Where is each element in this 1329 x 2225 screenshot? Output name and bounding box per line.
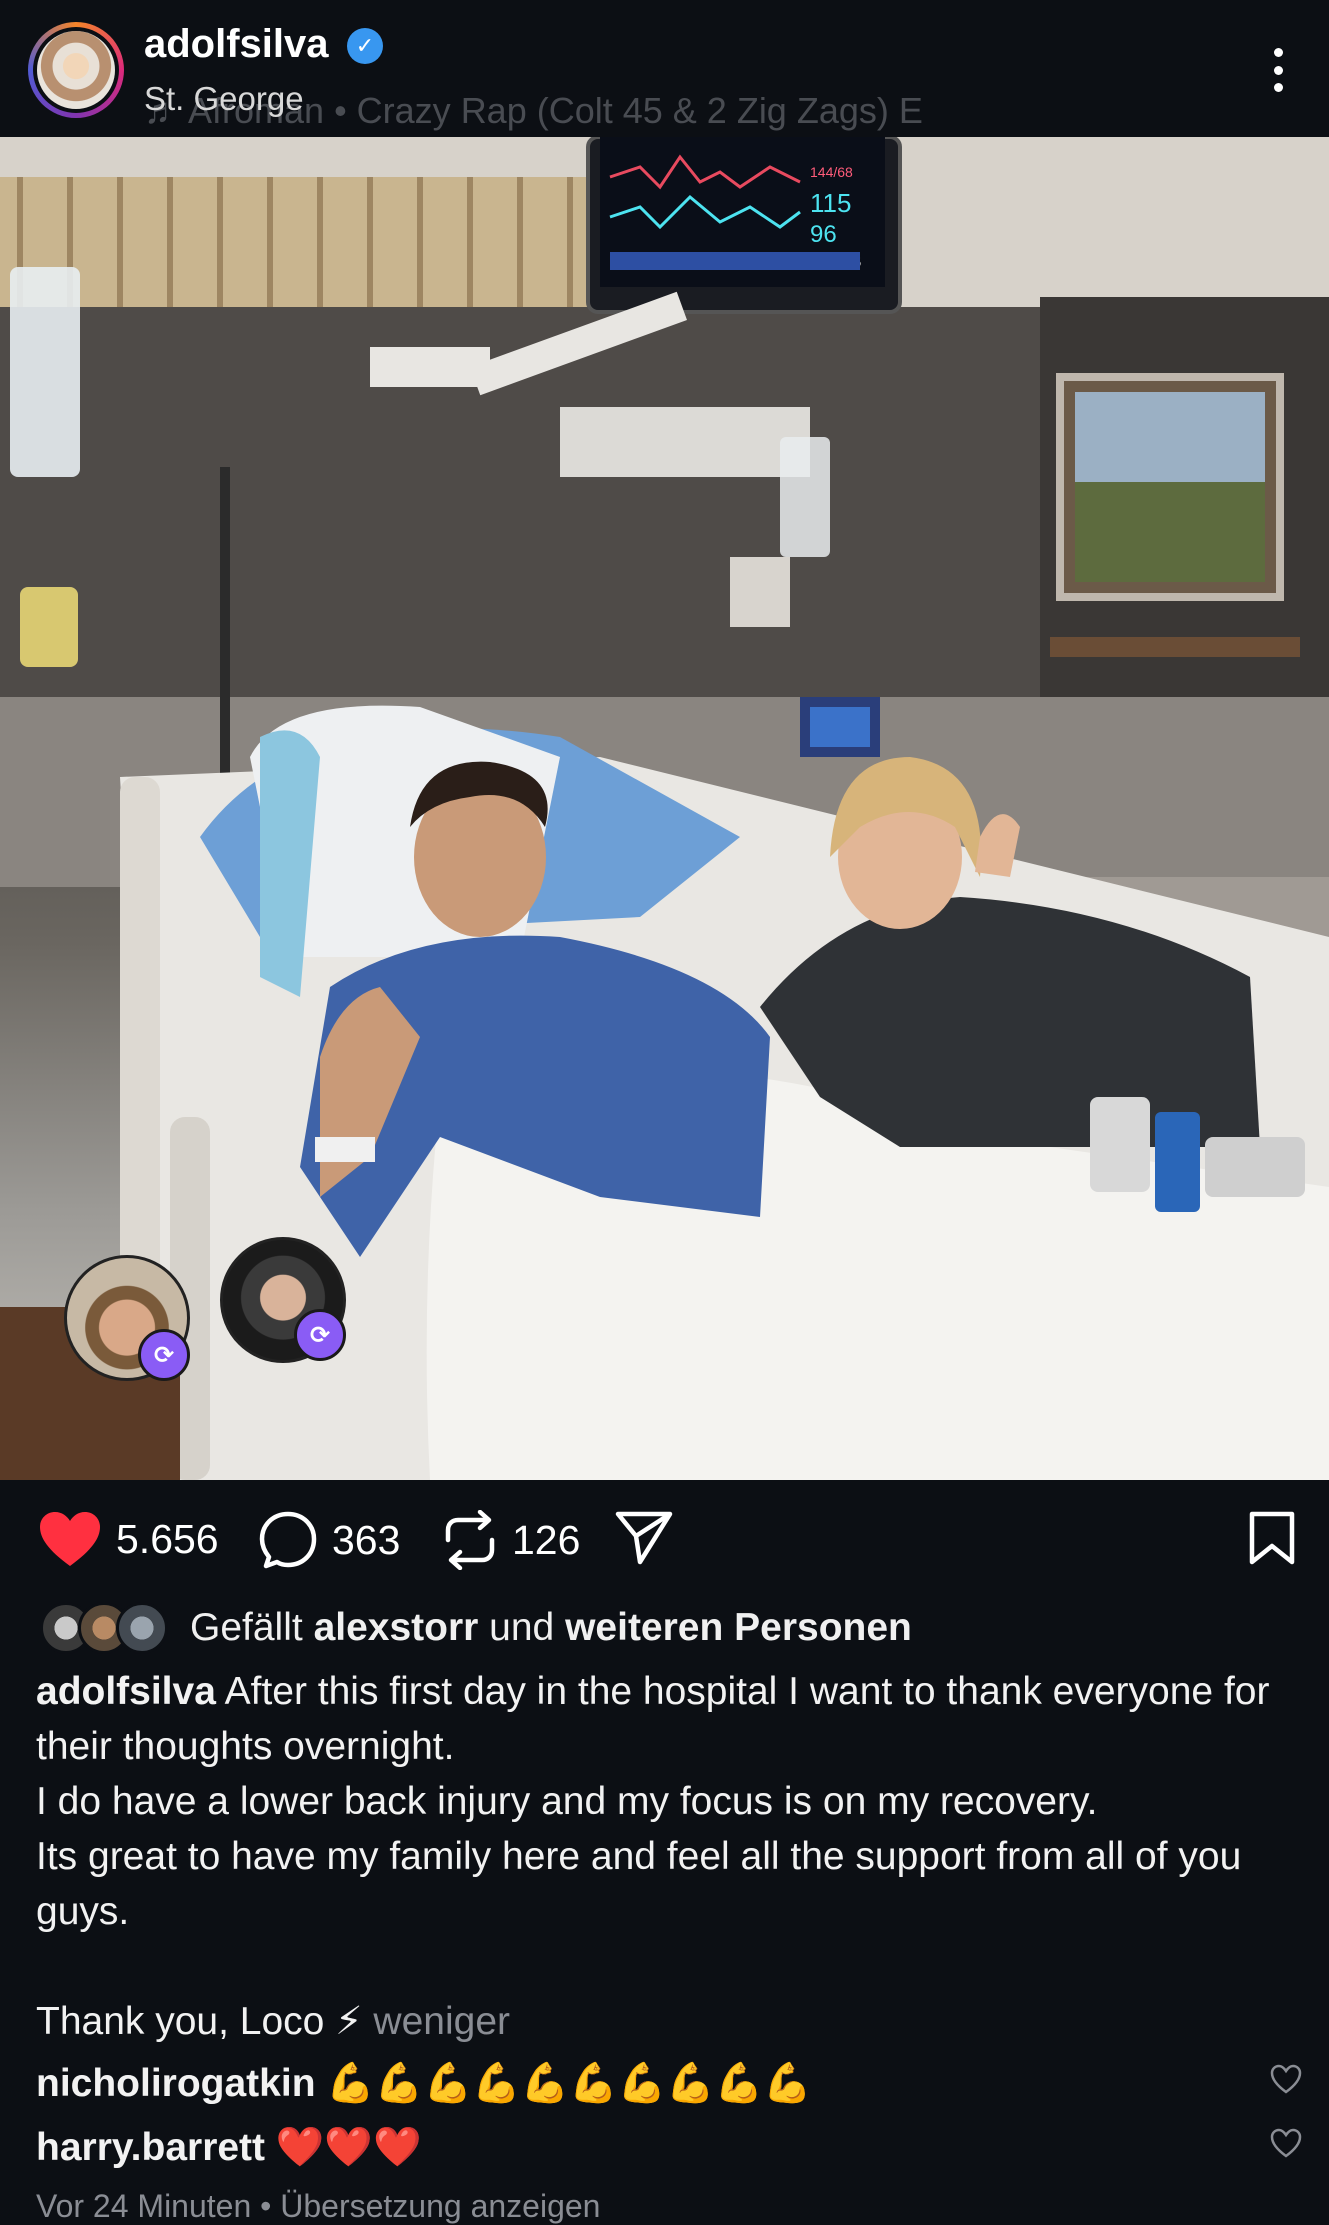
hospital-room-image: 144/68 115 96 2145 [0,137,1329,1480]
comment-icon [259,1511,317,1569]
post-timestamp: Vor 24 Minuten [36,2188,252,2224]
avatar [37,31,115,109]
repost-icon [445,1510,495,1570]
action-bar: 5.656 363 126 [0,1480,1329,1595]
liked-by-text: Gefällt alexstorr und weiteren Personen [190,1606,912,1649]
comment-item: harry.barrett ❤️❤️❤️ [36,2124,422,2170]
more-options-icon[interactable] [1272,48,1284,92]
post-header: adolfsilva ✓ ♬ Afroman • Crazy Rap (Colt… [0,0,1329,137]
comment-text: ❤️❤️❤️ [265,2126,422,2169]
repost-badge-icon: ⟳ [138,1329,190,1381]
share-button[interactable] [614,1510,674,1566]
story-ring-avatar[interactable] [28,22,124,118]
heart-icon [40,1512,100,1566]
post-caption: adolfsilva After this first day in the h… [36,1664,1296,2049]
likes-count: 5.656 [116,1515,219,1562]
caption-text: Thank you, Loco ⚡ [36,2000,363,2043]
comment-username[interactable]: harry.barrett [36,2126,265,2169]
show-less-link[interactable]: weniger [363,2000,510,2043]
svg-text:96: 96 [810,221,837,248]
username[interactable]: adolfsilva [144,22,329,67]
reposts-count: 126 [512,1516,581,1563]
post-photo[interactable]: 144/68 115 96 2145 [0,137,1329,1480]
caption-text: I do have a lower back injury and my foc… [36,1780,1098,1823]
caption-text: Its great to have my family here and fee… [36,1835,1242,1933]
caption-text: After this first day in the hospital I w… [36,1670,1270,1768]
comment-button[interactable]: 363 [258,1510,400,1570]
comments-count: 363 [332,1516,401,1563]
caption-username[interactable]: adolfsilva [36,1670,216,1713]
repost-button[interactable]: 126 [442,1510,580,1570]
liker-avatar [116,1602,168,1654]
liked-by-others[interactable]: weiteren Personen [565,1606,912,1649]
comment-item: nicholirogatkin 💪💪💪💪💪💪💪💪💪💪 [36,2060,812,2106]
comment-text: 💪💪💪💪💪💪💪💪💪💪 [315,2062,812,2105]
comment-like-heart-icon[interactable] [1270,2064,1302,2099]
send-icon [615,1511,673,1565]
repost-badge-icon: ⟳ [294,1309,346,1361]
like-button[interactable]: 5.656 [38,1510,219,1568]
liked-by[interactable]: Gefällt alexstorr und weiteren Personen [40,1602,912,1654]
comment-username[interactable]: nicholirogatkin [36,2062,316,2105]
svg-text:144/68: 144/68 [810,164,853,180]
liked-by-user[interactable]: alexstorr [314,1606,479,1649]
verified-badge-icon: ✓ [347,28,383,64]
svg-text:115: 115 [810,188,851,218]
translate-link[interactable]: Übersetzung anzeigen [280,2188,600,2224]
comment-like-heart-icon[interactable] [1270,2128,1302,2163]
save-bookmark-icon[interactable] [1248,1510,1296,1571]
post-meta: Vor 24 Minuten • Übersetzung anzeigen [36,2188,601,2224]
location[interactable]: St. George [144,80,304,118]
